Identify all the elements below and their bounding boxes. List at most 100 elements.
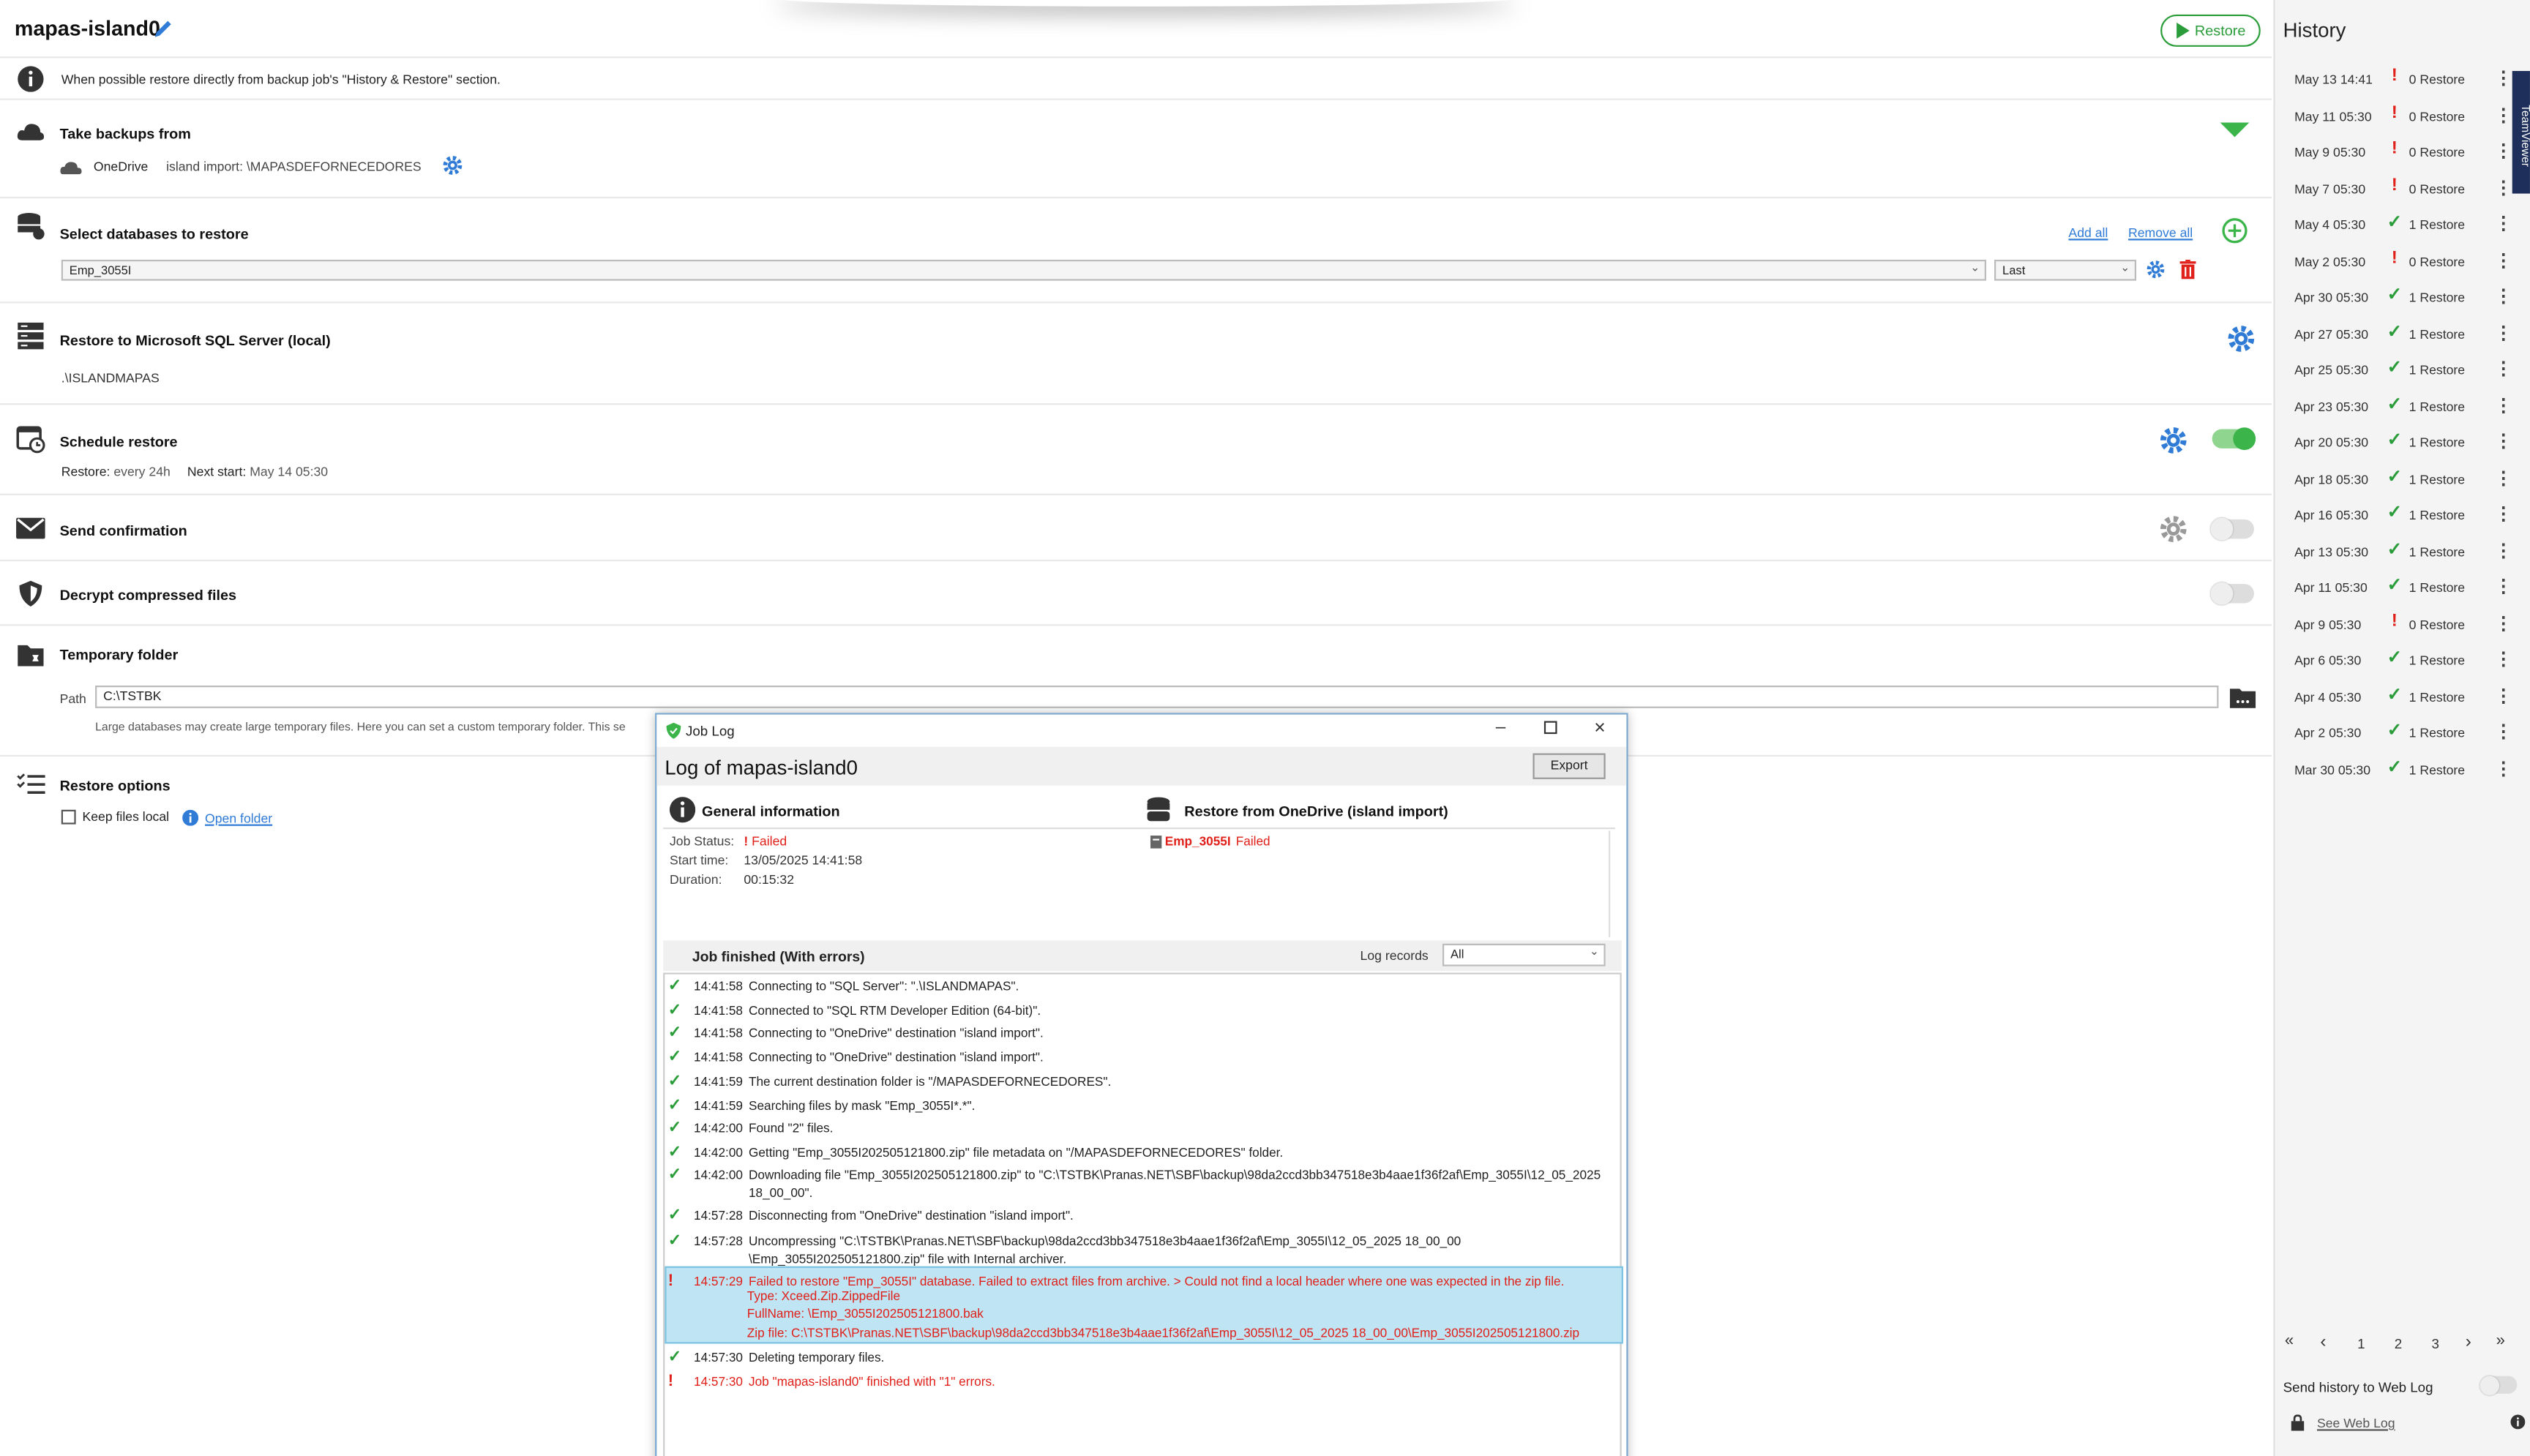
prev-page-icon[interactable]: ‹ bbox=[2320, 1332, 2326, 1351]
more-menu-icon[interactable]: ⋮ bbox=[2494, 467, 2512, 487]
more-menu-icon[interactable]: ⋮ bbox=[2494, 104, 2512, 124]
history-result: 1 Restore bbox=[2409, 580, 2466, 596]
more-menu-icon[interactable]: ⋮ bbox=[2494, 576, 2512, 596]
version-select[interactable]: Last ⌄ bbox=[1994, 259, 2137, 281]
more-menu-icon[interactable]: ⋮ bbox=[2494, 285, 2512, 306]
open-folder-link[interactable]: Open folder bbox=[205, 811, 272, 826]
duration-label: Duration: bbox=[669, 872, 722, 888]
more-menu-icon[interactable]: ⋮ bbox=[2494, 539, 2512, 560]
more-menu-icon[interactable]: ⋮ bbox=[2494, 394, 2512, 415]
history-result: 1 Restore bbox=[2409, 726, 2466, 740]
gear-icon[interactable] bbox=[2159, 426, 2188, 455]
more-menu-icon[interactable]: ⋮ bbox=[2494, 140, 2512, 161]
more-menu-icon[interactable]: ⋮ bbox=[2494, 249, 2512, 270]
more-menu-icon[interactable]: ⋮ bbox=[2494, 431, 2512, 451]
browse-folder-icon[interactable] bbox=[2229, 686, 2256, 708]
collapse-chevron-icon[interactable] bbox=[2220, 122, 2250, 139]
success-check-icon: ✓ bbox=[2387, 467, 2402, 487]
history-row[interactable]: May 7 05:30! 0 Restore ⋮ bbox=[2275, 172, 2530, 208]
history-row[interactable]: Apr 30 05:30 ✓ 1 Restore ⋮ bbox=[2275, 281, 2530, 317]
history-row[interactable]: Apr 27 05:30 ✓ 1 Restore ⋮ bbox=[2275, 317, 2530, 353]
page-1[interactable]: 1 bbox=[2357, 1335, 2365, 1351]
history-row[interactable]: Apr 23 05:30 ✓ 1 Restore ⋮ bbox=[2275, 389, 2530, 425]
remove-all-link[interactable]: Remove all bbox=[2128, 226, 2193, 241]
edit-pencil-icon[interactable] bbox=[151, 18, 174, 40]
maximize-icon[interactable] bbox=[1543, 721, 1557, 735]
divider bbox=[0, 301, 2272, 304]
gear-icon[interactable] bbox=[2226, 324, 2256, 353]
history-row[interactable]: May 13 14:41! 0 Restore ⋮ bbox=[2275, 63, 2530, 99]
more-menu-icon[interactable]: ⋮ bbox=[2494, 68, 2512, 89]
onedrive-icon bbox=[60, 162, 82, 175]
more-menu-icon[interactable]: ⋮ bbox=[2494, 176, 2512, 198]
restore-button[interactable]: Restore bbox=[2160, 14, 2261, 47]
history-row[interactable]: Apr 4 05:30 ✓ 1 Restore ⋮ bbox=[2275, 680, 2530, 716]
log-message: Getting "Emp_3055I202505121800.zip" file… bbox=[748, 1145, 1284, 1160]
database-select[interactable]: Emp_3055I ⌄ bbox=[61, 259, 1986, 281]
more-menu-icon[interactable]: ⋮ bbox=[2494, 721, 2512, 742]
history-row[interactable]: May 9 05:30! 0 Restore ⋮ bbox=[2275, 135, 2530, 171]
more-menu-icon[interactable]: ⋮ bbox=[2494, 213, 2512, 233]
teamviewer-tab[interactable]: TeamViewer bbox=[2512, 71, 2530, 194]
scrollbar[interactable] bbox=[1609, 830, 1618, 937]
more-menu-icon[interactable]: ⋮ bbox=[2494, 757, 2512, 778]
add-all-link[interactable]: Add all bbox=[2068, 226, 2108, 241]
first-page-icon[interactable]: « bbox=[2285, 1332, 2294, 1350]
history-row[interactable]: Apr 18 05:30 ✓ 1 Restore ⋮ bbox=[2275, 462, 2530, 498]
log-time: 14:41:58 bbox=[694, 1026, 743, 1041]
divider bbox=[0, 560, 2272, 562]
error-exclamation-icon: ! bbox=[2391, 610, 2398, 630]
log-time: 14:41:59 bbox=[694, 1074, 743, 1089]
info-icon[interactable] bbox=[182, 809, 199, 826]
info-icon[interactable] bbox=[2510, 1414, 2526, 1430]
schedule-toggle[interactable] bbox=[2212, 427, 2256, 451]
backup-destination: island import: \MAPASDEFORNECEDORES bbox=[166, 160, 422, 175]
envelope-icon bbox=[16, 517, 45, 539]
minimize-icon[interactable]: – bbox=[1496, 718, 1506, 737]
more-menu-icon[interactable]: ⋮ bbox=[2494, 322, 2512, 342]
decrypt-toggle[interactable] bbox=[2210, 582, 2254, 605]
path-input[interactable]: C:\TSTBK bbox=[95, 685, 2219, 708]
more-menu-icon[interactable]: ⋮ bbox=[2494, 612, 2512, 633]
history-row[interactable]: Apr 25 05:30 ✓ 1 Restore ⋮ bbox=[2275, 353, 2530, 389]
next-page-icon[interactable]: › bbox=[2466, 1332, 2471, 1351]
more-menu-icon[interactable]: ⋮ bbox=[2494, 358, 2512, 379]
history-row[interactable]: Apr 13 05:30 ✓ 1 Restore ⋮ bbox=[2275, 535, 2530, 571]
history-row[interactable]: Mar 30 05:30 ✓ 1 Restore ⋮ bbox=[2275, 752, 2530, 788]
delete-trash-icon[interactable] bbox=[2179, 259, 2196, 279]
log-records-select[interactable]: All ⌄ bbox=[1442, 943, 1606, 967]
gear-icon[interactable] bbox=[442, 155, 463, 176]
history-row[interactable]: Apr 11 05:30 ✓ 1 Restore ⋮ bbox=[2275, 571, 2530, 607]
more-menu-icon[interactable]: ⋮ bbox=[2494, 685, 2512, 705]
add-database-icon[interactable] bbox=[2222, 218, 2248, 244]
history-row[interactable]: May 11 05:30! 0 Restore ⋮ bbox=[2275, 100, 2530, 135]
close-icon[interactable]: × bbox=[1594, 716, 1605, 739]
success-check-icon: ✓ bbox=[667, 1166, 682, 1185]
export-button[interactable]: Export bbox=[1532, 753, 1606, 779]
log-message: Job "mapas-island0" finished with "1" er… bbox=[748, 1374, 995, 1389]
last-page-icon[interactable]: » bbox=[2496, 1332, 2505, 1350]
see-web-log-link[interactable]: See Web Log bbox=[2317, 1416, 2395, 1431]
keep-local-checkbox[interactable] bbox=[61, 809, 76, 825]
history-row[interactable]: Apr 6 05:30 ✓ 1 Restore ⋮ bbox=[2275, 644, 2530, 680]
schedule-next-value: May 14 05:30 bbox=[250, 464, 329, 479]
history-row[interactable]: Apr 9 05:30! 0 Restore ⋮ bbox=[2275, 607, 2530, 643]
gear-icon[interactable] bbox=[2159, 514, 2188, 544]
history-date: Apr 6 05:30 bbox=[2294, 653, 2362, 668]
history-row[interactable]: May 4 05:30 ✓ 1 Restore ⋮ bbox=[2275, 208, 2530, 244]
history-row[interactable]: Apr 2 05:30 ✓ 1 Restore ⋮ bbox=[2275, 716, 2530, 752]
more-menu-icon[interactable]: ⋮ bbox=[2494, 503, 2512, 524]
history-row[interactable]: Apr 16 05:30 ✓ 1 Restore ⋮ bbox=[2275, 498, 2530, 534]
more-menu-icon[interactable]: ⋮ bbox=[2494, 648, 2512, 669]
history-result: 0 Restore bbox=[2409, 72, 2466, 88]
history-row[interactable]: Apr 20 05:30 ✓ 1 Restore ⋮ bbox=[2275, 426, 2530, 462]
history-row[interactable]: May 2 05:30! 0 Restore ⋮ bbox=[2275, 244, 2530, 280]
page-3[interactable]: 3 bbox=[2431, 1335, 2439, 1351]
toggle-knob bbox=[2210, 517, 2234, 541]
divider bbox=[0, 196, 2272, 199]
confirmation-toggle[interactable] bbox=[2210, 517, 2254, 541]
gear-icon[interactable] bbox=[2146, 260, 2165, 279]
success-check-icon: ✓ bbox=[667, 1024, 682, 1043]
web-log-toggle[interactable] bbox=[2480, 1375, 2518, 1395]
page-2[interactable]: 2 bbox=[2395, 1335, 2402, 1351]
